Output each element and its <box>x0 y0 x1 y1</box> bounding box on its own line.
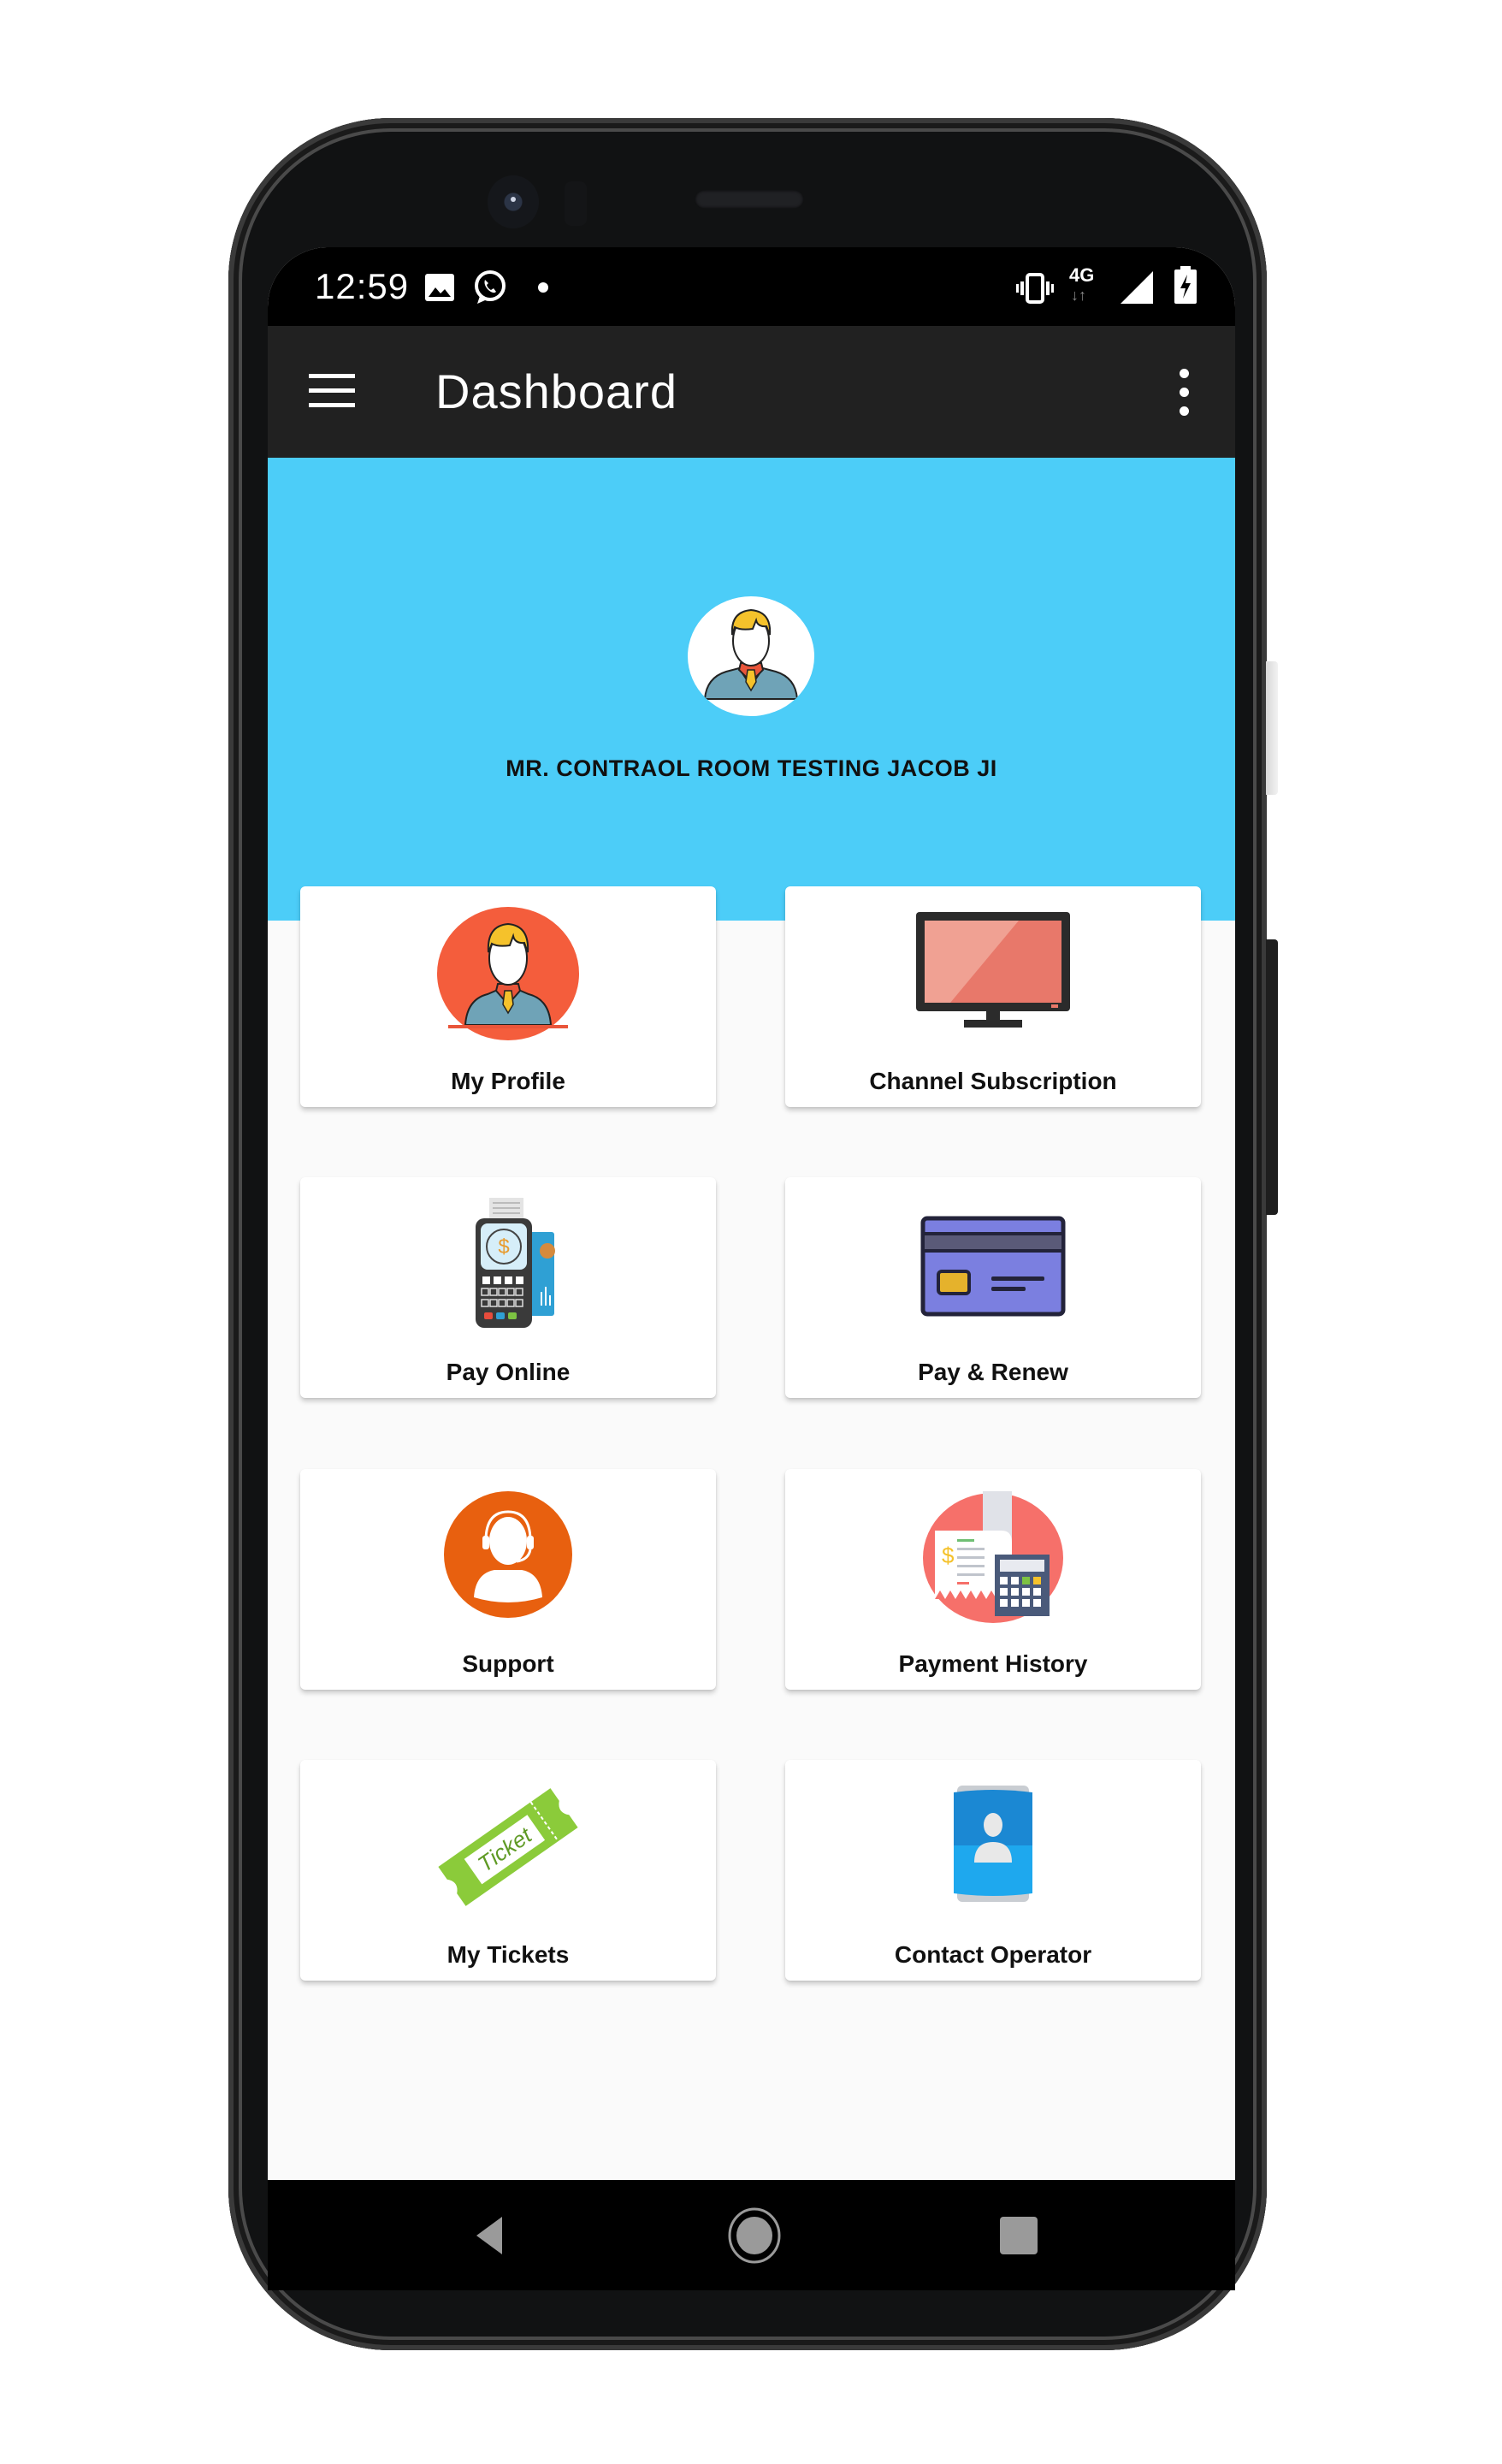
app-toolbar: Dashboard <box>268 326 1235 458</box>
card-terminal-icon: $ <box>476 1198 555 1328</box>
user-avatar-icon[interactable] <box>688 596 814 716</box>
power-button <box>1266 939 1278 1215</box>
menu-card-label: My Profile <box>451 1068 565 1094</box>
tv-monitor-icon <box>916 912 1070 1028</box>
receipt-calculator-icon: $ <box>923 1491 1063 1623</box>
menu-card-pay-renew[interactable]: Pay & Renew <box>785 1177 1201 1398</box>
menu-card-contact-operator[interactable]: Contact Operator <box>785 1760 1201 1981</box>
home-icon[interactable] <box>726 2206 783 2266</box>
menu-card-payment-history[interactable]: $ Payment History <box>785 1469 1201 1690</box>
more-vert-icon[interactable] <box>1175 369 1192 417</box>
proximity-sensor <box>565 181 587 226</box>
menu-card-channel-subscription[interactable]: Channel Subscription <box>785 886 1201 1107</box>
back-icon[interactable] <box>464 2210 516 2261</box>
notification-dot-icon <box>538 282 548 293</box>
system-nav-bar <box>268 2180 1235 2290</box>
camera-lens <box>511 197 516 202</box>
menu-card-label: Support <box>462 1650 554 1677</box>
menu-card-label: Pay & Renew <box>918 1359 1068 1385</box>
image-notification-icon <box>425 274 454 301</box>
whatsapp-icon <box>475 270 506 304</box>
support-headset-icon <box>444 1491 572 1618</box>
menu-card-label: Channel Subscription <box>869 1068 1117 1094</box>
menu-card-label: Pay Online <box>446 1359 571 1385</box>
ticket-icon: Ticket <box>438 1788 578 1906</box>
signal-icon <box>1121 271 1153 304</box>
menu-card-support[interactable]: Support <box>300 1469 716 1690</box>
page-title: Dashboard <box>435 364 677 418</box>
menu-card-label: My Tickets <box>446 1941 570 1968</box>
credit-card-icon <box>920 1216 1066 1317</box>
menu-card-my-tickets[interactable]: Ticket My Tickets <box>300 1760 716 1981</box>
recents-icon[interactable] <box>993 2210 1044 2261</box>
svg-text:$: $ <box>942 1543 955 1568</box>
profile-header: MR. CONTRAOL ROOM TESTING JACOB JI <box>268 458 1235 921</box>
vibrate-icon <box>1016 273 1054 304</box>
menu-card-label: Contact Operator <box>894 1941 1092 1968</box>
menu-card-label: Payment History <box>898 1650 1088 1677</box>
volume-button <box>1266 661 1278 795</box>
earpiece-speaker <box>695 190 804 209</box>
svg-text:$: $ <box>498 1235 509 1259</box>
front-camera <box>488 175 539 228</box>
data-arrows: ↓↑ <box>1071 287 1086 304</box>
4g-data-icon: 4G ↓↑ <box>1067 264 1102 307</box>
battery-charging-icon <box>1174 266 1197 304</box>
contact-card-icon <box>954 1786 1032 1902</box>
status-time: 12:59 <box>315 266 410 306</box>
menu-card-pay-online[interactable]: $ Pay Online <box>300 1177 716 1398</box>
user-name: MR. CONTRAOL ROOM TESTING JACOB JI <box>506 755 997 781</box>
app-screen: 12:59 4G ↓↑ Dashboard MR. CONTRAOL ROOM … <box>268 247 1235 2290</box>
profile-icon <box>437 907 579 1040</box>
status-bar: 12:59 4G ↓↑ <box>268 247 1235 326</box>
network-type-label: 4G <box>1069 264 1095 286</box>
menu-card-my-profile[interactable]: My Profile <box>300 886 716 1107</box>
hamburger-menu-icon[interactable] <box>309 374 355 408</box>
